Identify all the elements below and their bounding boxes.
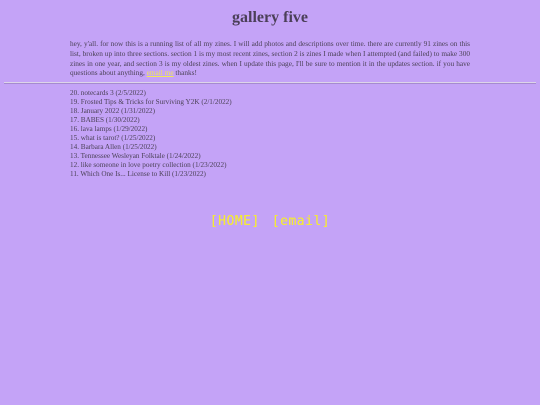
intro-text: hey, y'all. for now this is a running li… <box>70 39 470 78</box>
list-item: 15. what is tarot? (1/25/2022) <box>70 134 156 142</box>
list-item: 18. January 2022 (1/31/2022) <box>70 107 156 115</box>
list-item: 16. lava lamps (1/29/2022) <box>70 125 148 133</box>
email-link[interactable]: [email] <box>272 214 330 229</box>
zine-list: 20. notecards 3 (2/5/2022) 19. Frosted T… <box>70 89 232 179</box>
divider <box>4 82 536 84</box>
list-item: 13. Tennessee Wesleyan Folktale (1/24/20… <box>70 152 201 160</box>
list-item: 14. Barbara Allen (1/25/2022) <box>70 143 157 151</box>
home-link[interactable]: [HOME] <box>210 214 260 229</box>
intro-text-end: thanks! <box>173 68 197 78</box>
footer-nav: [HOME] [email] <box>0 212 540 230</box>
intro-paragraph: hey, y'all. for now this is a running li… <box>70 39 470 78</box>
list-item: 20. notecards 3 (2/5/2022) <box>70 89 146 97</box>
list-item: 19. Frosted Tips & Tricks for Surviving … <box>70 98 232 106</box>
list-item: 11. Which One Is... License to Kill (1/2… <box>70 170 206 178</box>
page-title: gallery five <box>232 9 308 26</box>
list-item: 17. BABES (1/30/2022) <box>70 116 140 124</box>
list-item: 12. like someone in love poetry collecti… <box>70 161 227 169</box>
email-me-link[interactable]: email me <box>147 68 174 77</box>
